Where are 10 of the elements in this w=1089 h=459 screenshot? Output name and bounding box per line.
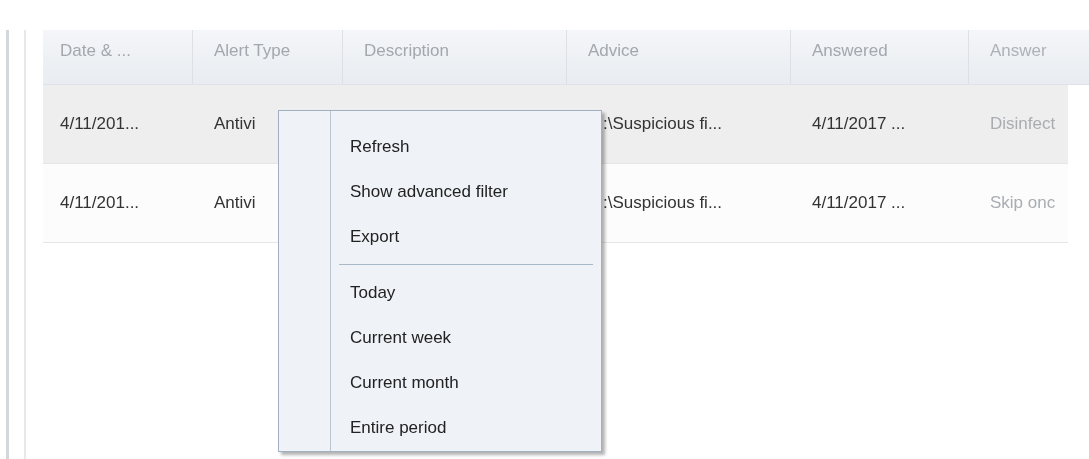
table-cell: 4/11/2017 ... xyxy=(812,114,906,134)
table-cell: 4/11/2017 ... xyxy=(812,193,906,213)
table-cell: :\Suspicious fi... xyxy=(603,193,723,213)
table-cell: :\Suspicious fi... xyxy=(603,114,723,134)
table-cell: Antivi xyxy=(214,114,256,134)
table-cell: Skip onc xyxy=(990,193,1056,213)
table-cell: 4/11/201... xyxy=(60,114,140,134)
table-cell: Disinfect xyxy=(990,114,1056,134)
table-cell: 4/11/201... xyxy=(60,193,140,213)
table-cell: Antivi xyxy=(214,193,256,213)
